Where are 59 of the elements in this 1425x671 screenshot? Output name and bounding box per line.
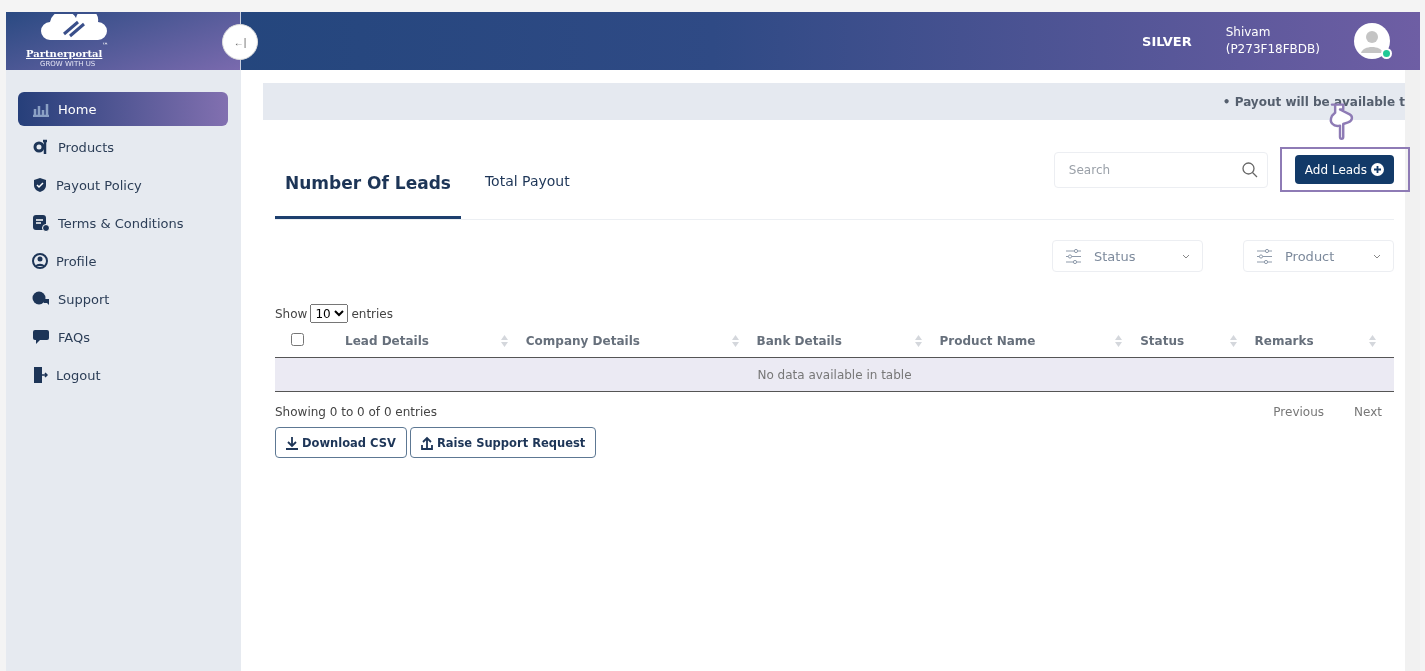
sidebar-item[interactable]: Profile	[18, 244, 228, 278]
select-all-checkbox[interactable]	[291, 333, 304, 346]
sidebar-item[interactable]: FAQs	[18, 320, 228, 354]
sidebar-item[interactable]: Logout	[18, 358, 228, 392]
tier-label: SILVER	[1142, 33, 1192, 49]
sidebar-item[interactable]: Terms & Conditions	[18, 206, 228, 240]
logo-text: Partnerportal	[26, 48, 103, 59]
collapse-sidebar-button[interactable]: ←|	[222, 24, 258, 60]
scrollbar-track[interactable]	[1405, 70, 1420, 671]
search-icon	[1241, 161, 1258, 178]
column-header[interactable]: Remarks	[1254, 334, 1314, 348]
sliders-icon	[1065, 248, 1082, 264]
sort-icon	[1369, 335, 1376, 347]
column-header[interactable]: Company Details	[525, 334, 640, 348]
shield-icon	[32, 177, 48, 193]
sort-icon	[1229, 335, 1237, 347]
chevron-down-icon	[1182, 253, 1190, 259]
action-button[interactable]: Raise Support Request	[409, 427, 597, 458]
search-field[interactable]: Search	[1053, 151, 1268, 188]
empty-table-message: No data available in table	[275, 357, 1394, 392]
faq-chat-icon	[32, 329, 50, 345]
upload-icon	[420, 435, 433, 450]
action-button[interactable]: Download CSV	[275, 427, 407, 458]
next-link[interactable]: Next	[1354, 405, 1382, 419]
tab[interactable]: Total Payout	[474, 173, 580, 219]
tab[interactable]: Number Of Leads	[275, 173, 461, 219]
chart-icon	[32, 101, 50, 117]
notice-text: • Payout will be available t	[1222, 94, 1405, 109]
sort-icon	[731, 335, 739, 347]
column-header[interactable]: Bank Details	[756, 334, 842, 348]
sidebar-item[interactable]: Products	[18, 130, 228, 164]
sidebar-item[interactable]: Support	[18, 282, 228, 316]
user-name: Shivam	[1225, 24, 1272, 41]
previous-link[interactable]: Previous	[1273, 405, 1325, 419]
page-size-select[interactable]: 10	[310, 304, 349, 323]
add-leads-button[interactable]: Add Leads	[1294, 155, 1394, 184]
column-header[interactable]: Product Name	[939, 334, 1036, 348]
sort-icon	[914, 335, 922, 347]
user-id: (P273F18FBDB)	[1225, 41, 1320, 58]
cloud-logo-icon	[40, 14, 108, 42]
avatar[interactable]	[1354, 23, 1390, 59]
table-info: Showing 0 to 0 of 0 entries	[275, 405, 437, 419]
entries-label: entries	[351, 306, 393, 321]
sidebar-item[interactable]: Home	[18, 92, 228, 126]
door-exit-icon	[32, 366, 48, 384]
sort-icon	[1115, 335, 1123, 347]
column-header[interactable]: Status	[1140, 334, 1185, 348]
document-icon	[32, 214, 50, 232]
filter-dropdown[interactable]: Status	[1052, 240, 1203, 272]
sort-icon	[500, 335, 508, 347]
chevron-down-icon	[1373, 253, 1381, 259]
column-header[interactable]: Lead Details	[345, 334, 429, 348]
plus-circle-icon	[1371, 163, 1384, 176]
download-icon	[286, 435, 298, 450]
filter-dropdown[interactable]: Product	[1243, 240, 1394, 272]
show-label: Show	[275, 306, 308, 321]
sidebar-item[interactable]: Payout Policy	[18, 168, 228, 202]
sliders-icon	[1256, 248, 1273, 264]
user-icon	[32, 253, 48, 269]
